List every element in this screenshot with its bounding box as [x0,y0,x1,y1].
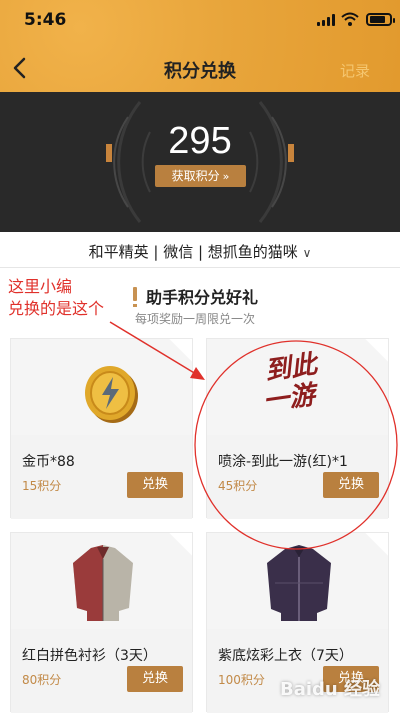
watermark: Baidu 经验 [280,679,381,700]
annotation-arrow [109,321,398,550]
